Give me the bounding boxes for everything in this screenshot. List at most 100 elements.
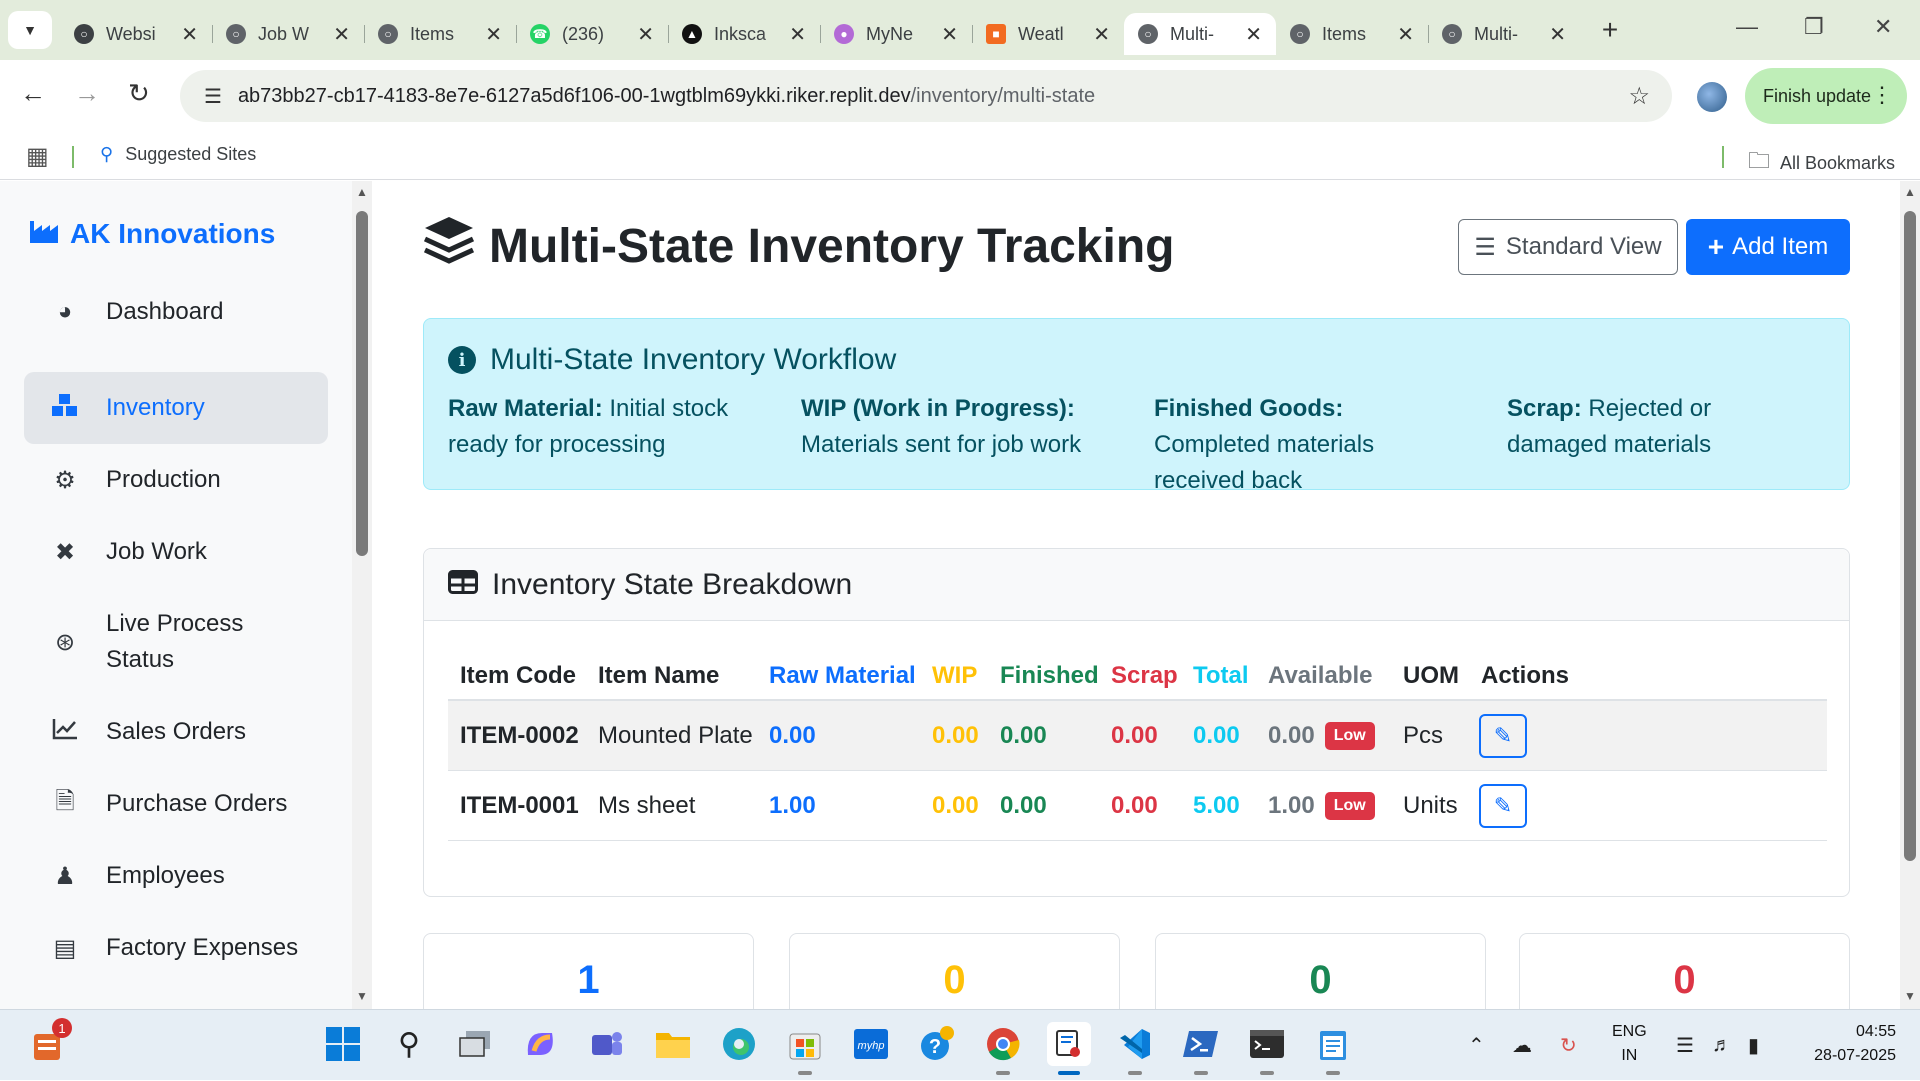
- col-item-name: Item Name: [598, 662, 720, 689]
- page-scroll-thumb[interactable]: [1904, 211, 1916, 861]
- sidebar-item-label: Purchase Orders: [106, 790, 288, 817]
- teams-icon[interactable]: [585, 1022, 629, 1066]
- task-view-icon[interactable]: [453, 1022, 497, 1066]
- sidebar-scroll-thumb[interactable]: [356, 211, 368, 556]
- close-icon[interactable]: ✕: [941, 22, 958, 47]
- new-tab-button[interactable]: +: [1592, 14, 1628, 46]
- close-icon[interactable]: ✕: [637, 22, 654, 47]
- sync-icon[interactable]: ↻: [1560, 1010, 1577, 1081]
- close-icon[interactable]: ✕: [333, 22, 350, 47]
- brand-logo[interactable]: AK Innovations: [30, 217, 275, 250]
- widgets-icon[interactable]: 1: [26, 1018, 72, 1066]
- scroll-up-icon[interactable]: ▲: [1904, 185, 1916, 199]
- forward-arrow-icon[interactable]: →: [74, 78, 100, 109]
- scroll-down-icon[interactable]: ▼: [356, 989, 368, 1003]
- search-icon: ⚲: [100, 144, 114, 164]
- browser-tab[interactable]: ● MyNe ✕: [820, 13, 972, 55]
- restore-icon[interactable]: ❐: [1804, 14, 1824, 40]
- browser-tab[interactable]: ○ Items ✕: [364, 13, 516, 55]
- finish-update-button[interactable]: Finish update ⋮: [1745, 68, 1907, 124]
- close-icon[interactable]: ✕: [1093, 22, 1110, 47]
- gauge-icon: ◕: [57, 298, 73, 325]
- minimize-icon[interactable]: —: [1736, 14, 1758, 40]
- main-content: Multi-State Inventory Tracking ☰ Standar…: [373, 181, 1900, 1009]
- tab-title: Websi: [106, 23, 156, 44]
- site-info-icon[interactable]: ☰: [204, 84, 222, 109]
- list-icon: ☰: [1474, 233, 1496, 261]
- windows-start-icon[interactable]: [321, 1022, 365, 1066]
- bookmark-star-icon[interactable]: ☆: [1628, 82, 1650, 111]
- sidebar-scrollbar[interactable]: ▲ ▼: [352, 181, 372, 1009]
- myhp-icon[interactable]: myhp: [849, 1022, 893, 1066]
- sidebar-item-sales-orders[interactable]: Sales Orders: [24, 696, 328, 768]
- file-explorer-icon[interactable]: [651, 1022, 695, 1066]
- sidebar-item-inventory[interactable]: Inventory: [24, 372, 328, 444]
- item-name: Ms sheet: [598, 791, 696, 819]
- close-window-icon[interactable]: ✕: [1874, 14, 1892, 40]
- sidebar-item-employees[interactable]: ♟ Employees: [24, 840, 328, 912]
- sidebar-item-dashboard[interactable]: ◕ Dashboard: [24, 276, 328, 348]
- scroll-up-icon[interactable]: ▲: [356, 185, 368, 199]
- apps-grid-icon[interactable]: ▦: [26, 142, 49, 171]
- browser-tab[interactable]: ■ Weatl ✕: [972, 13, 1124, 55]
- chrome-icon[interactable]: [981, 1022, 1025, 1066]
- add-item-button[interactable]: + Add Item: [1686, 219, 1850, 275]
- edit-button[interactable]: ✎: [1479, 713, 1527, 758]
- url-path: /inventory/multi-state: [910, 84, 1096, 107]
- all-bookmarks-button[interactable]: 🗀 All Bookmarks: [1748, 144, 1895, 182]
- browser-tab-active[interactable]: ○ Multi- ✕: [1124, 13, 1276, 55]
- close-icon[interactable]: ✕: [1245, 22, 1262, 47]
- snipping-tool-icon[interactable]: [1047, 1022, 1091, 1066]
- close-icon[interactable]: ✕: [181, 22, 198, 47]
- vscode-icon[interactable]: [1113, 1022, 1157, 1066]
- language-indicator[interactable]: ENG IN: [1612, 1020, 1647, 1068]
- stat-card-scrap: 0: [1519, 933, 1850, 1009]
- sidebar-item-factory-expenses[interactable]: ▤ Factory Expenses: [24, 912, 328, 984]
- scroll-down-icon[interactable]: ▼: [1904, 989, 1916, 1003]
- close-icon[interactable]: ✕: [1549, 22, 1566, 47]
- sidebar-item-live-process-status[interactable]: ⊛ Live Process Status: [24, 588, 328, 696]
- sidebar-item-purchase-orders[interactable]: 🗎 Purchase Orders: [24, 768, 328, 840]
- running-indicator: [996, 1071, 1010, 1075]
- profile-avatar[interactable]: [1697, 82, 1727, 112]
- terminal-icon[interactable]: [1245, 1022, 1289, 1066]
- cogs-icon: ⚙: [54, 466, 76, 494]
- system-clock[interactable]: 04:55 28-07-2025: [1814, 1020, 1896, 1068]
- more-menu-icon[interactable]: ⋮: [1871, 82, 1893, 108]
- tab-search-button[interactable]: ▼: [8, 11, 52, 49]
- close-icon[interactable]: ✕: [485, 22, 502, 47]
- browser-tab[interactable]: ○ Job W ✕: [212, 13, 364, 55]
- chevron-down-icon: ▼: [23, 22, 37, 38]
- battery-icon[interactable]: ▮: [1748, 1010, 1759, 1081]
- browser-tab[interactable]: ○ Websi ✕: [60, 13, 212, 55]
- notepad-icon[interactable]: [1311, 1022, 1355, 1066]
- back-arrow-icon[interactable]: ←: [20, 78, 46, 109]
- sidebar-item-production[interactable]: ⚙ Production: [24, 444, 328, 516]
- page-scrollbar[interactable]: ▲ ▼: [1900, 181, 1920, 1009]
- bookmark-suggested-sites[interactable]: ⚲ Suggested Sites: [100, 144, 256, 165]
- reload-icon[interactable]: ↻: [128, 78, 150, 109]
- address-bar[interactable]: ☰ ab73bb27-cb17-4183-8e7e-6127a5d6f106-0…: [180, 70, 1672, 122]
- browser-tab[interactable]: ○ Multi- ✕: [1428, 13, 1580, 55]
- table-header: Item Code Item Name Raw Material WIP Fin…: [448, 653, 1827, 701]
- edge-icon[interactable]: [717, 1022, 761, 1066]
- edit-button[interactable]: ✎: [1479, 783, 1527, 828]
- close-icon[interactable]: ✕: [789, 22, 806, 47]
- show-hidden-icons-chevron-icon[interactable]: ⌃: [1468, 1010, 1485, 1081]
- browser-tab[interactable]: ▲ Inksca ✕: [668, 13, 820, 55]
- help-icon[interactable]: ?: [915, 1022, 959, 1066]
- copilot-icon[interactable]: [519, 1022, 563, 1066]
- powershell-icon[interactable]: [1179, 1022, 1223, 1066]
- browser-tab[interactable]: ☎ (236) ✕: [516, 13, 668, 55]
- browser-tab[interactable]: ○ Items ✕: [1276, 13, 1428, 55]
- standard-view-button[interactable]: ☰ Standard View: [1458, 219, 1678, 275]
- volume-icon[interactable]: ♬: [1712, 1010, 1732, 1081]
- sidebar-item-job-work[interactable]: ✖ Job Work: [24, 516, 328, 588]
- tab-title: Job W: [258, 23, 310, 44]
- store-icon[interactable]: [783, 1022, 827, 1066]
- close-icon[interactable]: ✕: [1397, 22, 1414, 47]
- onedrive-icon[interactable]: ☁: [1512, 1010, 1532, 1081]
- search-icon[interactable]: ⚲: [387, 1022, 431, 1066]
- wifi-icon[interactable]: ☰: [1676, 1010, 1694, 1081]
- available-qty: 1.00: [1268, 791, 1315, 819]
